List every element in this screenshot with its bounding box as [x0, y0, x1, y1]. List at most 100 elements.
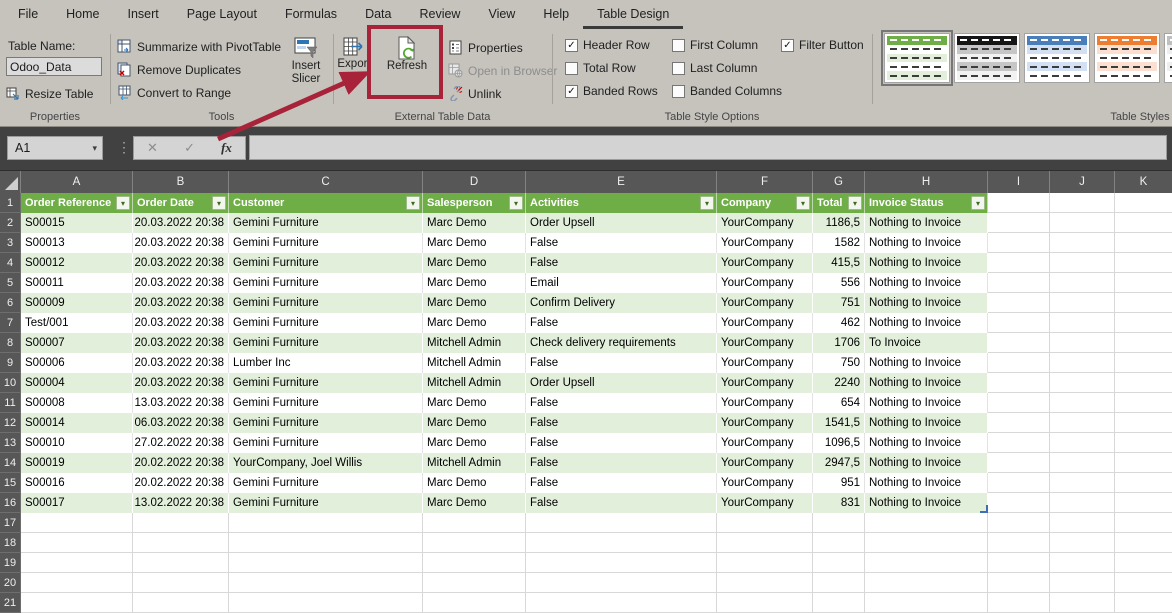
- cell[interactable]: 27.02.2022 20:38: [133, 433, 229, 453]
- cell[interactable]: [1115, 573, 1172, 593]
- cell[interactable]: [988, 433, 1050, 453]
- row-number[interactable]: 17: [0, 513, 21, 533]
- cell[interactable]: [865, 513, 988, 533]
- remove-duplicates-button[interactable]: Remove Duplicates: [117, 61, 241, 78]
- cell[interactable]: [1115, 433, 1172, 453]
- cell[interactable]: Marc Demo: [423, 413, 526, 433]
- cell[interactable]: Gemini Furniture: [229, 333, 423, 353]
- cell[interactable]: [1115, 193, 1172, 213]
- insert-function-icon[interactable]: fx: [221, 140, 232, 156]
- name-box-dropdown-icon[interactable]: ▾: [92, 137, 97, 159]
- checkbox-filter-button[interactable]: Filter Button: [781, 38, 864, 52]
- row-number[interactable]: 15: [0, 473, 21, 493]
- cell[interactable]: [813, 573, 865, 593]
- row-number[interactable]: 6: [0, 293, 21, 313]
- cell[interactable]: [133, 593, 229, 613]
- cell[interactable]: YourCompany: [717, 393, 813, 413]
- cell[interactable]: Test/001: [21, 313, 133, 333]
- cell[interactable]: S00019: [21, 453, 133, 473]
- row-number[interactable]: 9: [0, 353, 21, 373]
- convert-to-range-button[interactable]: Convert to Range: [117, 84, 231, 101]
- cell[interactable]: S00007: [21, 333, 133, 353]
- cell[interactable]: 20.03.2022 20:38: [133, 233, 229, 253]
- checkbox-banded-columns[interactable]: Banded Columns: [672, 84, 782, 98]
- cell[interactable]: Mitchell Admin: [423, 373, 526, 393]
- checkbox-total-row[interactable]: Total Row: [565, 61, 658, 75]
- cell[interactable]: [1115, 533, 1172, 553]
- cell[interactable]: [1050, 333, 1115, 353]
- cell[interactable]: S00010: [21, 433, 133, 453]
- cell[interactable]: False: [526, 453, 717, 473]
- cell[interactable]: [423, 573, 526, 593]
- row-number[interactable]: 8: [0, 333, 21, 353]
- cell[interactable]: YourCompany: [717, 353, 813, 373]
- cell[interactable]: [229, 533, 423, 553]
- cell[interactable]: [813, 553, 865, 573]
- cell[interactable]: [865, 593, 988, 613]
- cell[interactable]: [717, 513, 813, 533]
- cell[interactable]: Marc Demo: [423, 433, 526, 453]
- cell[interactable]: [1050, 413, 1115, 433]
- tab-review[interactable]: Review: [405, 0, 474, 29]
- cell[interactable]: [988, 533, 1050, 553]
- name-box[interactable]: A1 ▾: [7, 136, 103, 160]
- tab-page-layout[interactable]: Page Layout: [173, 0, 271, 29]
- cell[interactable]: 1541,5: [813, 413, 865, 433]
- cell[interactable]: [1050, 553, 1115, 573]
- cell[interactable]: Marc Demo: [423, 233, 526, 253]
- cell[interactable]: [1115, 353, 1172, 373]
- cell[interactable]: [1115, 553, 1172, 573]
- filter-button[interactable]: ▾: [406, 196, 420, 210]
- cell[interactable]: [1050, 213, 1115, 233]
- cell[interactable]: [988, 593, 1050, 613]
- insert-slicer-button[interactable]: Insert Slicer: [281, 36, 331, 86]
- table-column-header[interactable]: Total▾: [813, 193, 865, 213]
- cell[interactable]: [988, 473, 1050, 493]
- cell[interactable]: [1115, 253, 1172, 273]
- cell[interactable]: Lumber Inc: [229, 353, 423, 373]
- cell[interactable]: [717, 553, 813, 573]
- cell[interactable]: [1050, 373, 1115, 393]
- cell[interactable]: [988, 393, 1050, 413]
- cell[interactable]: 751: [813, 293, 865, 313]
- cell[interactable]: Check delivery requirements: [526, 333, 717, 353]
- resize-table-button[interactable]: Resize Table: [6, 85, 93, 102]
- cell[interactable]: 1186,5: [813, 213, 865, 233]
- cell[interactable]: Nothing to Invoice: [865, 293, 988, 313]
- cell[interactable]: [1115, 273, 1172, 293]
- column-header-C[interactable]: C: [229, 171, 423, 193]
- cell[interactable]: Marc Demo: [423, 213, 526, 233]
- cell[interactable]: 20.03.2022 20:38: [133, 293, 229, 313]
- cell[interactable]: Nothing to Invoice: [865, 253, 988, 273]
- unlink-button[interactable]: Unlink: [448, 85, 501, 102]
- cell[interactable]: [21, 573, 133, 593]
- cell[interactable]: [1115, 413, 1172, 433]
- cell[interactable]: [988, 373, 1050, 393]
- cell[interactable]: [988, 353, 1050, 373]
- cell[interactable]: [133, 533, 229, 553]
- export-button[interactable]: Export ˅: [335, 36, 373, 79]
- formula-input[interactable]: [249, 135, 1167, 160]
- cell[interactable]: [21, 513, 133, 533]
- cell[interactable]: 13.02.2022 20:38: [133, 493, 229, 513]
- row-number[interactable]: 7: [0, 313, 21, 333]
- cell[interactable]: Marc Demo: [423, 473, 526, 493]
- export-dropdown-chevron-icon[interactable]: ˅: [351, 71, 356, 79]
- cell[interactable]: [1050, 453, 1115, 473]
- cell[interactable]: YourCompany: [717, 493, 813, 513]
- row-number[interactable]: 19: [0, 553, 21, 573]
- cell[interactable]: [988, 233, 1050, 253]
- row-number[interactable]: 5: [0, 273, 21, 293]
- cell[interactable]: [1050, 533, 1115, 553]
- row-number[interactable]: 3: [0, 233, 21, 253]
- cell[interactable]: 20.03.2022 20:38: [133, 273, 229, 293]
- cell[interactable]: Mitchell Admin: [423, 353, 526, 373]
- cell[interactable]: 415,5: [813, 253, 865, 273]
- cell[interactable]: YourCompany: [717, 253, 813, 273]
- cell[interactable]: Confirm Delivery: [526, 293, 717, 313]
- cell[interactable]: [813, 533, 865, 553]
- cell[interactable]: False: [526, 393, 717, 413]
- enter-icon[interactable]: ✓: [184, 140, 195, 156]
- cell[interactable]: [229, 553, 423, 573]
- cell[interactable]: S00017: [21, 493, 133, 513]
